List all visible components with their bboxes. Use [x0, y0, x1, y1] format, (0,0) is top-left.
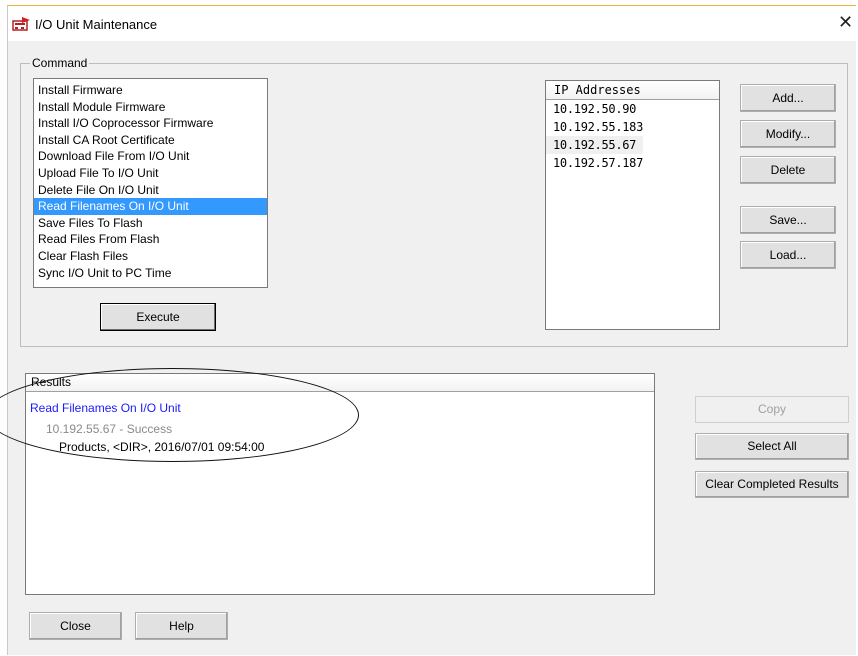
window-title: I/O Unit Maintenance [35, 17, 158, 32]
ip-address-header: IP Addresses [546, 81, 719, 100]
close-button[interactable]: Close [29, 612, 122, 640]
delete-button[interactable]: Delete [740, 156, 836, 184]
command-list-item[interactable]: Install Module Firmware [34, 99, 267, 116]
command-list-item[interactable]: Install CA Root Certificate [34, 132, 267, 149]
command-list-item[interactable]: Upload File To I/O Unit [34, 165, 267, 182]
copy-button[interactable]: Copy [695, 396, 849, 423]
save-button[interactable]: Save... [740, 206, 836, 234]
command-list[interactable]: Install Firmware Install Module Firmware I… [33, 78, 268, 288]
command-list-item[interactable]: Install Firmware [34, 82, 267, 99]
ip-address-item[interactable]: 10.192.55.67 [546, 136, 643, 154]
help-button[interactable]: Help [135, 612, 228, 640]
select-all-button[interactable]: Select All [695, 433, 849, 460]
command-list-item[interactable]: Save Files To Flash [34, 215, 267, 232]
command-list-item[interactable]: Install I/O Coprocessor Firmware [34, 115, 267, 132]
close-icon[interactable]: ✕ [838, 13, 853, 31]
command-list-item[interactable]: Clear Flash Files [34, 248, 267, 265]
modify-button[interactable]: Modify... [740, 120, 836, 148]
command-list-item[interactable]: Download File From I/O Unit [34, 148, 267, 165]
command-list-item[interactable]: Sync I/O Unit to PC Time [34, 265, 267, 282]
results-panel[interactable]: Results Read Filenames On I/O Unit 10.19… [25, 373, 655, 595]
title-bar[interactable]: I/O Unit Maintenance ✕ [8, 6, 857, 41]
add-button[interactable]: Add... [740, 84, 836, 112]
command-list-item[interactable]: Delete File On I/O Unit [34, 182, 267, 199]
result-entry-text: Products, <DIR>, 2016/07/01 09:54:00 [59, 440, 265, 454]
ip-address-list[interactable]: IP Addresses 10.192.50.90 10.192.55.183 10… [545, 80, 720, 330]
io-unit-icon [12, 17, 30, 31]
command-group-label: Command [30, 56, 90, 70]
result-command-text: Read Filenames On I/O Unit [30, 401, 181, 415]
results-header: Results [26, 374, 654, 392]
command-list-item[interactable]: Read Filenames On I/O Unit [34, 198, 267, 215]
clear-completed-results-button[interactable]: Clear Completed Results [695, 471, 849, 498]
ip-address-item[interactable]: 10.192.50.90 [546, 100, 719, 118]
ip-address-item[interactable]: 10.192.55.183 [546, 118, 719, 136]
load-button[interactable]: Load... [740, 241, 836, 269]
command-list-item[interactable]: Read Files From Flash [34, 231, 267, 248]
ip-address-item[interactable]: 10.192.57.187 [546, 154, 719, 172]
execute-button[interactable]: Execute [100, 303, 216, 331]
result-status-text: 10.192.55.67 - Success [46, 422, 173, 436]
